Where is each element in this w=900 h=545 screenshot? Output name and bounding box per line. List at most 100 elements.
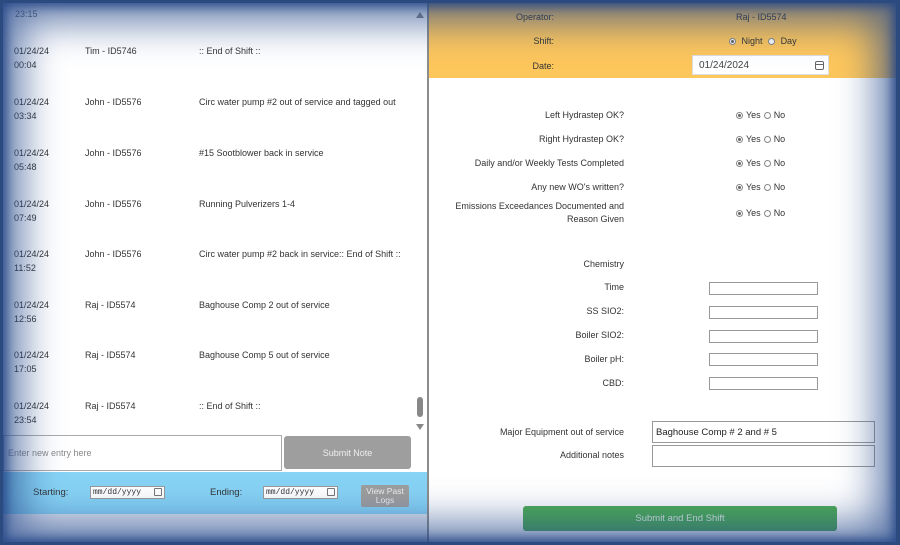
no-label: No xyxy=(773,134,786,144)
view-past-logs-button[interactable]: View Past Logs xyxy=(361,485,409,507)
starting-label: Starting: xyxy=(33,487,69,498)
log-entry: 01/24/24 17:05 Raj - ID5574 Baghouse Com… xyxy=(14,350,414,384)
chemistry-heading: Chemistry xyxy=(583,259,624,269)
log-note: #15 Sootblower back in service xyxy=(199,148,324,158)
new-wo-yes-radio[interactable] xyxy=(736,184,743,191)
shift-night-radio[interactable] xyxy=(729,38,736,45)
shift-date-input[interactable]: 01/24/2024 xyxy=(692,55,829,75)
log-entry: 01/24/24 03:34 John - ID5576 Circ water … xyxy=(14,97,414,131)
shift-night-label: Night xyxy=(741,36,763,46)
left-footer xyxy=(3,514,427,542)
log-time: 12:56 xyxy=(14,314,37,324)
log-entry: 01/24/24 11:52 John - ID5576 Circ water … xyxy=(14,249,414,283)
log-date: 01/24/24 xyxy=(14,46,50,56)
shift-date-value: 01/24/2024 xyxy=(699,60,750,71)
operator-value: Raj - ID5574 xyxy=(736,12,787,22)
scroll-thumb[interactable] xyxy=(417,397,423,417)
log-operator: John - ID5576 xyxy=(85,199,142,209)
right-hydrastep-label: Right Hydrastep OK? xyxy=(538,134,624,144)
left-hydrastep-label: Left Hydrastep OK? xyxy=(544,110,624,120)
no-label: No xyxy=(773,110,786,120)
submit-note-button[interactable]: Submit Note xyxy=(284,436,411,469)
boiler-sio2-input[interactable] xyxy=(709,330,818,343)
log-date: 01/24/24 xyxy=(14,401,50,411)
ending-date-input[interactable]: mm/dd/yyyy xyxy=(263,486,338,499)
new-wo-no-radio[interactable] xyxy=(763,184,771,191)
ending-date-placeholder: mm/dd/yyyy xyxy=(266,488,315,497)
log-date: 01/24/24 xyxy=(14,199,50,209)
major-equipment-input[interactable] xyxy=(652,421,875,443)
shift-header: Operator: Raj - ID5574 Shift: Night Day … xyxy=(429,3,896,78)
log-note: Circ water pump #2 back in service:: End… xyxy=(199,249,401,259)
starting-date-input[interactable]: mm/dd/yyyy xyxy=(90,486,165,499)
right-hydrastep-no-radio[interactable] xyxy=(763,136,771,143)
log-operator: Tim - ID5746 xyxy=(85,46,137,56)
log-date: 01/24/24 xyxy=(14,300,50,310)
no-label: No xyxy=(773,182,786,192)
emissions-options: Yes No xyxy=(736,208,788,218)
boiler-ph-input[interactable] xyxy=(709,353,818,366)
left-hydrastep-no-radio[interactable] xyxy=(763,112,771,119)
emissions-yes-radio[interactable] xyxy=(736,210,743,217)
log-date: 01/24/24 xyxy=(14,148,50,158)
left-hydrastep-yes-radio[interactable] xyxy=(736,112,743,119)
starting-date-placeholder: mm/dd/yyyy xyxy=(93,488,142,497)
scroll-up-arrow-icon[interactable] xyxy=(416,12,424,18)
chem-time-input[interactable] xyxy=(709,282,818,295)
emissions-label: Emissions Exceedances Documented and Rea… xyxy=(455,201,624,224)
additional-notes-input[interactable] xyxy=(652,445,875,467)
log-note: :: End of Shift :: xyxy=(199,46,261,56)
yes-label: Yes xyxy=(746,110,761,120)
scroll-down-arrow-icon[interactable] xyxy=(416,424,424,430)
yes-label: Yes xyxy=(746,158,761,168)
log-time: 03:34 xyxy=(14,111,37,121)
log-time: 11:52 xyxy=(14,263,36,273)
log-scrollbar[interactable] xyxy=(413,3,427,433)
ss-sio2-input[interactable] xyxy=(709,306,818,319)
log-entry: 01/24/24 00:04 Tim - ID5746 :: End of Sh… xyxy=(14,46,414,80)
emissions-no-radio[interactable] xyxy=(763,210,771,217)
new-entry-input[interactable] xyxy=(3,435,282,471)
new-wo-label: Any new WO's written? xyxy=(531,182,624,192)
log-time: 23:54 xyxy=(14,415,37,425)
tests-completed-options: Yes No xyxy=(736,158,788,168)
log-time: 05:48 xyxy=(14,162,37,172)
log-partial-time: 23:15 xyxy=(15,9,38,19)
calendar-icon[interactable] xyxy=(154,488,162,496)
no-label: No xyxy=(773,208,786,218)
cbd-input[interactable] xyxy=(709,377,818,390)
log-panel: 23:15 01/24/24 00:04 Tim - ID5746 :: End… xyxy=(3,3,427,542)
boiler-sio2-label: Boiler SIO2: xyxy=(575,330,624,340)
calendar-icon[interactable] xyxy=(327,488,335,496)
additional-notes-label: Additional notes xyxy=(559,450,624,460)
submit-end-shift-button[interactable]: Submit and End Shift xyxy=(523,506,837,531)
log-list[interactable]: 23:15 01/24/24 00:04 Tim - ID5746 :: End… xyxy=(3,3,427,433)
tests-completed-yes-radio[interactable] xyxy=(736,160,743,167)
log-operator: Raj - ID5574 xyxy=(85,300,136,310)
shift-day-radio[interactable] xyxy=(768,38,776,45)
log-entry: 01/24/24 07:49 John - ID5576 Running Pul… xyxy=(14,199,414,233)
new-wo-options: Yes No xyxy=(736,182,788,192)
log-operator: John - ID5576 xyxy=(85,97,142,107)
log-note: Running Pulverizers 1-4 xyxy=(199,199,296,209)
log-entry: 01/24/24 12:56 Raj - ID5574 Baghouse Com… xyxy=(14,300,414,334)
log-filter-bar: Starting: mm/dd/yyyy Ending: mm/dd/yyyy … xyxy=(3,472,427,514)
log-time: 07:49 xyxy=(14,213,37,223)
no-label: No xyxy=(773,158,786,168)
calendar-icon[interactable] xyxy=(815,61,824,70)
log-date: 01/24/24 xyxy=(14,350,50,360)
ss-sio2-label: SS SIO2: xyxy=(586,306,624,316)
log-operator: Raj - ID5574 xyxy=(85,401,136,411)
right-hydrastep-yes-radio[interactable] xyxy=(736,136,743,143)
yes-label: Yes xyxy=(746,134,761,144)
right-hydrastep-options: Yes No xyxy=(736,134,788,144)
log-note: Baghouse Comp 5 out of service xyxy=(199,350,330,360)
boiler-ph-label: Boiler pH: xyxy=(584,354,624,364)
tests-completed-no-radio[interactable] xyxy=(763,160,771,167)
log-time: 17:05 xyxy=(14,364,37,374)
log-date: 01/24/24 xyxy=(14,97,50,107)
log-note: :: End of Shift :: xyxy=(199,401,261,411)
log-note: Baghouse Comp 2 out of service xyxy=(199,300,330,310)
log-operator: Raj - ID5574 xyxy=(85,350,136,360)
cbd-label: CBD: xyxy=(602,378,624,388)
